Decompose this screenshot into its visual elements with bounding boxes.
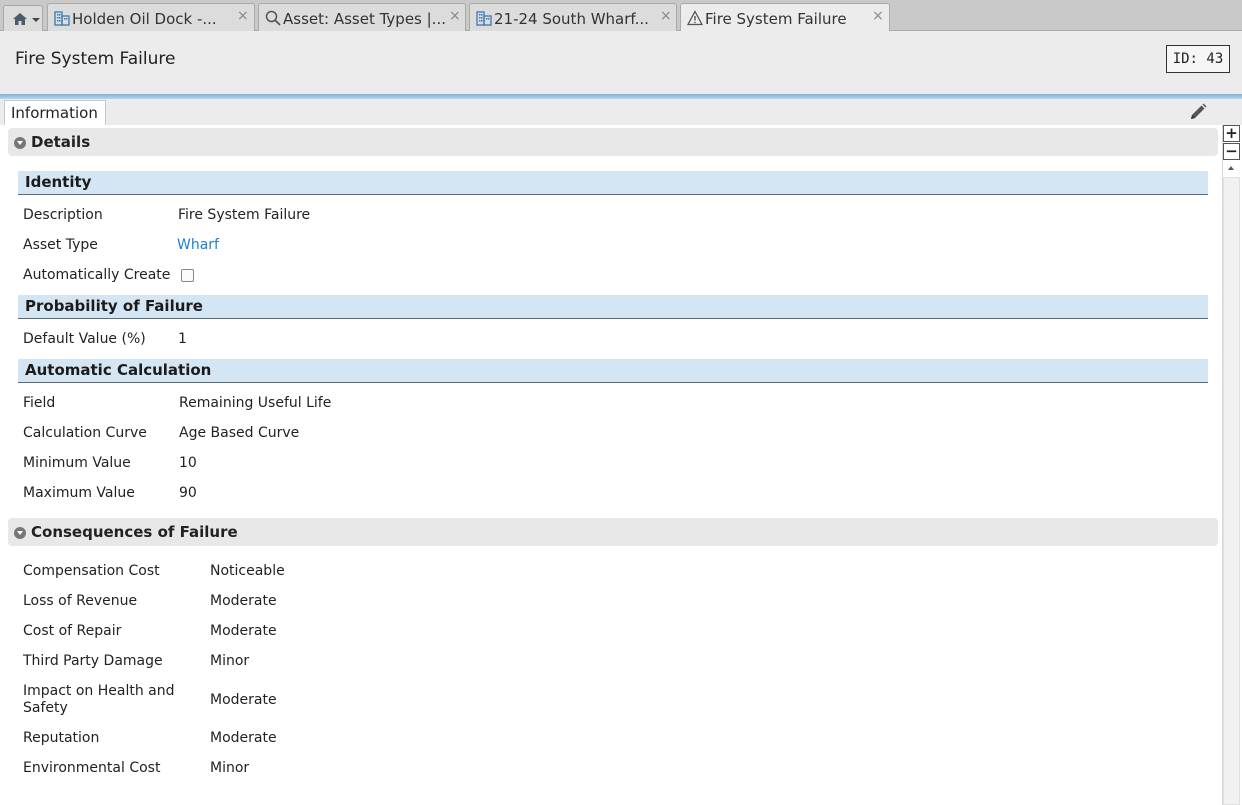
consequence-label: Impact on Health and Safety xyxy=(23,683,175,716)
section-title: Consequences of Failure xyxy=(31,523,238,541)
tab-label: Asset: Asset Types |... xyxy=(283,10,446,28)
asset-type-label: Asset Type xyxy=(23,237,98,253)
tab-asset-types[interactable]: Asset: Asset Types |... × xyxy=(258,3,466,31)
consequence-value: Moderate xyxy=(210,692,277,708)
record-header: Fire System Failure ID: 43 xyxy=(0,31,1242,95)
tab-label: Holden Oil Dock -... xyxy=(72,10,217,28)
calculation-curve-label: Calculation Curve xyxy=(23,425,147,441)
home-icon xyxy=(13,13,27,25)
zoom-out-button[interactable]: − xyxy=(1223,143,1240,160)
chevron-down-icon xyxy=(32,18,40,22)
page-title: Fire System Failure xyxy=(15,49,176,69)
minimum-value-label: Minimum Value xyxy=(23,455,131,471)
home-menu-button[interactable] xyxy=(3,5,43,31)
consequence-label: Environmental Cost xyxy=(23,760,161,776)
subtab-bar: Information xyxy=(0,99,1242,126)
group-probability-header: Probability of Failure xyxy=(18,295,1208,319)
tab-label: 21-24 South Wharf... xyxy=(494,10,649,28)
section-title: Details xyxy=(31,133,91,151)
section-details-header[interactable]: Details xyxy=(8,128,1218,156)
consequence-value: Minor xyxy=(210,653,250,669)
scrollbar-track[interactable] xyxy=(1223,177,1240,805)
warning-icon xyxy=(687,10,703,26)
close-icon[interactable]: × xyxy=(660,8,672,24)
field-value: Remaining Useful Life xyxy=(179,395,332,411)
tab-south-wharf[interactable]: 21-24 South Wharf... × xyxy=(469,3,677,31)
consequence-value: Moderate xyxy=(210,593,277,609)
record-id-badge: ID: 43 xyxy=(1166,45,1230,73)
building-icon xyxy=(476,11,492,26)
consequence-value: Moderate xyxy=(210,623,277,639)
collapse-chevron-icon[interactable] xyxy=(14,137,26,149)
description-value: Fire System Failure xyxy=(178,207,311,223)
consequence-label: Cost of Repair xyxy=(23,623,122,639)
default-value: 1 xyxy=(178,331,187,347)
group-identity-header: Identity xyxy=(18,171,1208,195)
search-icon xyxy=(265,10,281,26)
consequence-value: Minor xyxy=(210,760,250,776)
auto-create-checkbox[interactable] xyxy=(181,269,194,282)
group-automatic-calculation-header: Automatic Calculation xyxy=(18,359,1208,383)
collapse-chevron-icon[interactable] xyxy=(14,527,26,539)
consequence-value: Moderate xyxy=(210,730,277,746)
tab-holden-oil-dock[interactable]: Holden Oil Dock -... × xyxy=(47,3,255,31)
calculation-curve-value: Age Based Curve xyxy=(179,425,300,441)
tab-information[interactable]: Information xyxy=(4,100,106,126)
maximum-value: 90 xyxy=(179,485,197,501)
tab-strip: Holden Oil Dock -... × Asset: Asset Type… xyxy=(0,0,1242,32)
close-icon[interactable]: × xyxy=(449,8,461,24)
maximum-value-label: Maximum Value xyxy=(23,485,135,501)
edit-pencil-icon[interactable] xyxy=(1188,102,1208,122)
close-icon[interactable]: × xyxy=(872,8,884,24)
consequence-label: Reputation xyxy=(23,730,100,746)
scroll-up-arrow-icon[interactable] xyxy=(1228,166,1234,170)
default-value-label: Default Value (%) xyxy=(23,331,146,347)
tab-fire-system-failure[interactable]: Fire System Failure × xyxy=(680,3,890,32)
description-label: Description xyxy=(23,207,103,223)
consequence-value: Noticeable xyxy=(210,563,285,579)
tab-label: Fire System Failure xyxy=(705,10,847,28)
auto-create-label: Automatically Create xyxy=(23,267,171,283)
minimum-value: 10 xyxy=(179,455,197,471)
close-icon[interactable]: × xyxy=(237,8,249,24)
building-icon xyxy=(54,11,70,26)
consequence-label: Third Party Damage xyxy=(23,653,163,669)
field-label: Field xyxy=(23,395,56,411)
section-consequences-header[interactable]: Consequences of Failure xyxy=(8,518,1218,546)
consequence-label: Loss of Revenue xyxy=(23,593,138,609)
details-panel: Details Identity Description Fire System… xyxy=(0,125,1222,805)
zoom-in-button[interactable]: + xyxy=(1223,125,1240,142)
consequence-label: Compensation Cost xyxy=(23,563,160,579)
asset-type-link[interactable]: Wharf xyxy=(177,237,219,253)
